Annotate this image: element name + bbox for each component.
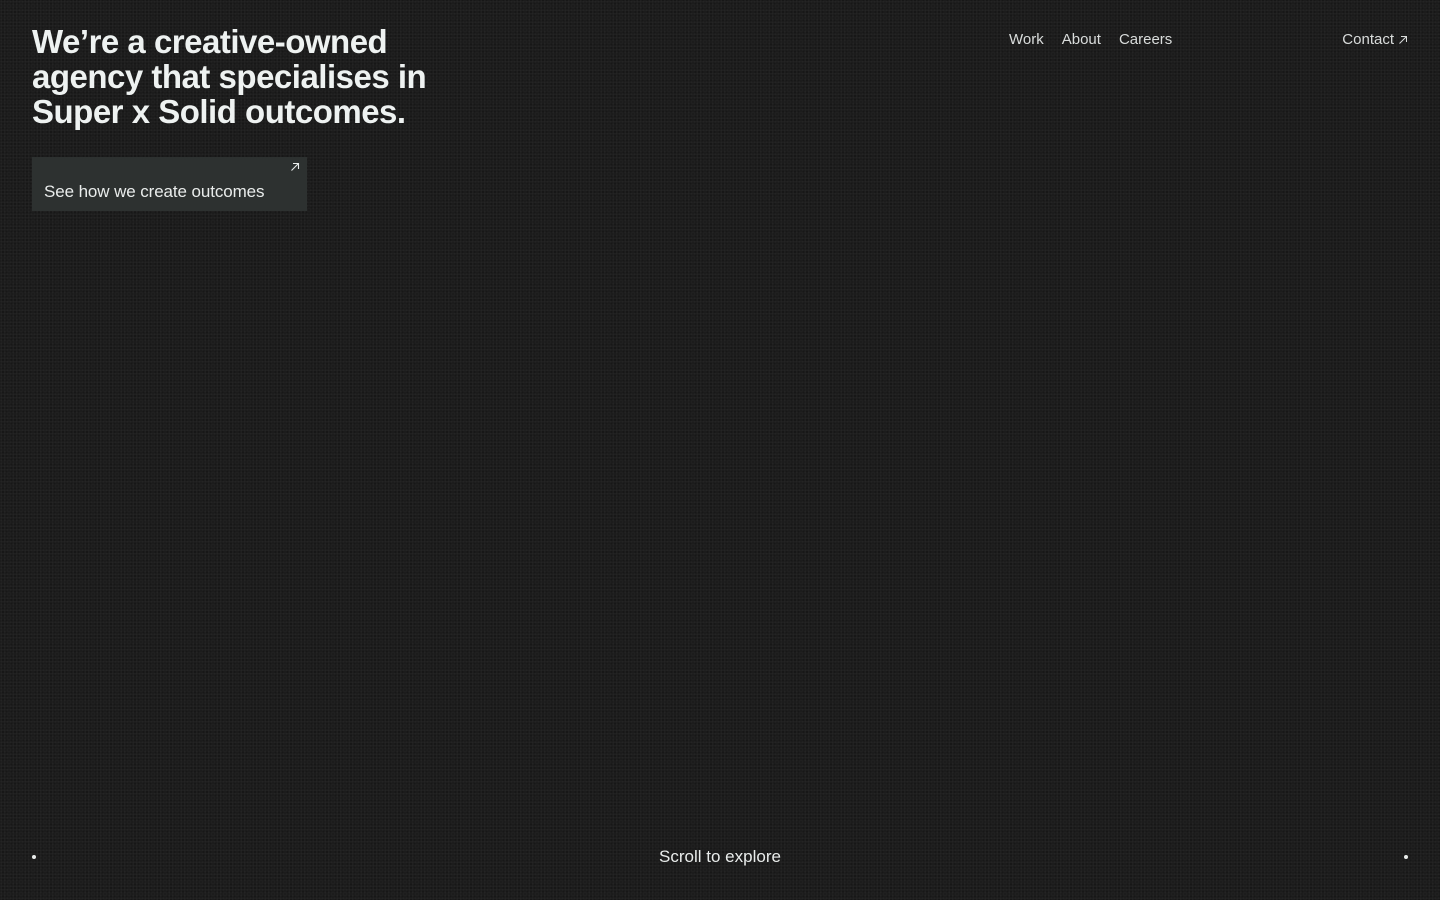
arrow-up-right-icon (1399, 36, 1407, 44)
contact-label: Contact (1342, 31, 1394, 48)
nav-link-careers[interactable]: Careers (1119, 31, 1172, 48)
nav-link-work[interactable]: Work (1009, 31, 1044, 48)
see-outcomes-button[interactable]: See how we create outcomes (32, 157, 307, 211)
arrow-up-right-icon (291, 162, 300, 171)
page: We’re a creative-owned agency that speci… (0, 0, 1440, 900)
nav-link-about[interactable]: About (1062, 31, 1101, 48)
contact-link[interactable]: Contact (1342, 31, 1408, 48)
decorative-dot-right (1404, 855, 1408, 859)
scroll-to-explore[interactable]: Scroll to explore (0, 847, 1440, 867)
see-outcomes-label: See how we create outcomes (44, 182, 265, 201)
hero-headline: We’re a creative-owned agency that speci… (32, 23, 427, 130)
main-nav: Work About Careers (1009, 31, 1172, 48)
